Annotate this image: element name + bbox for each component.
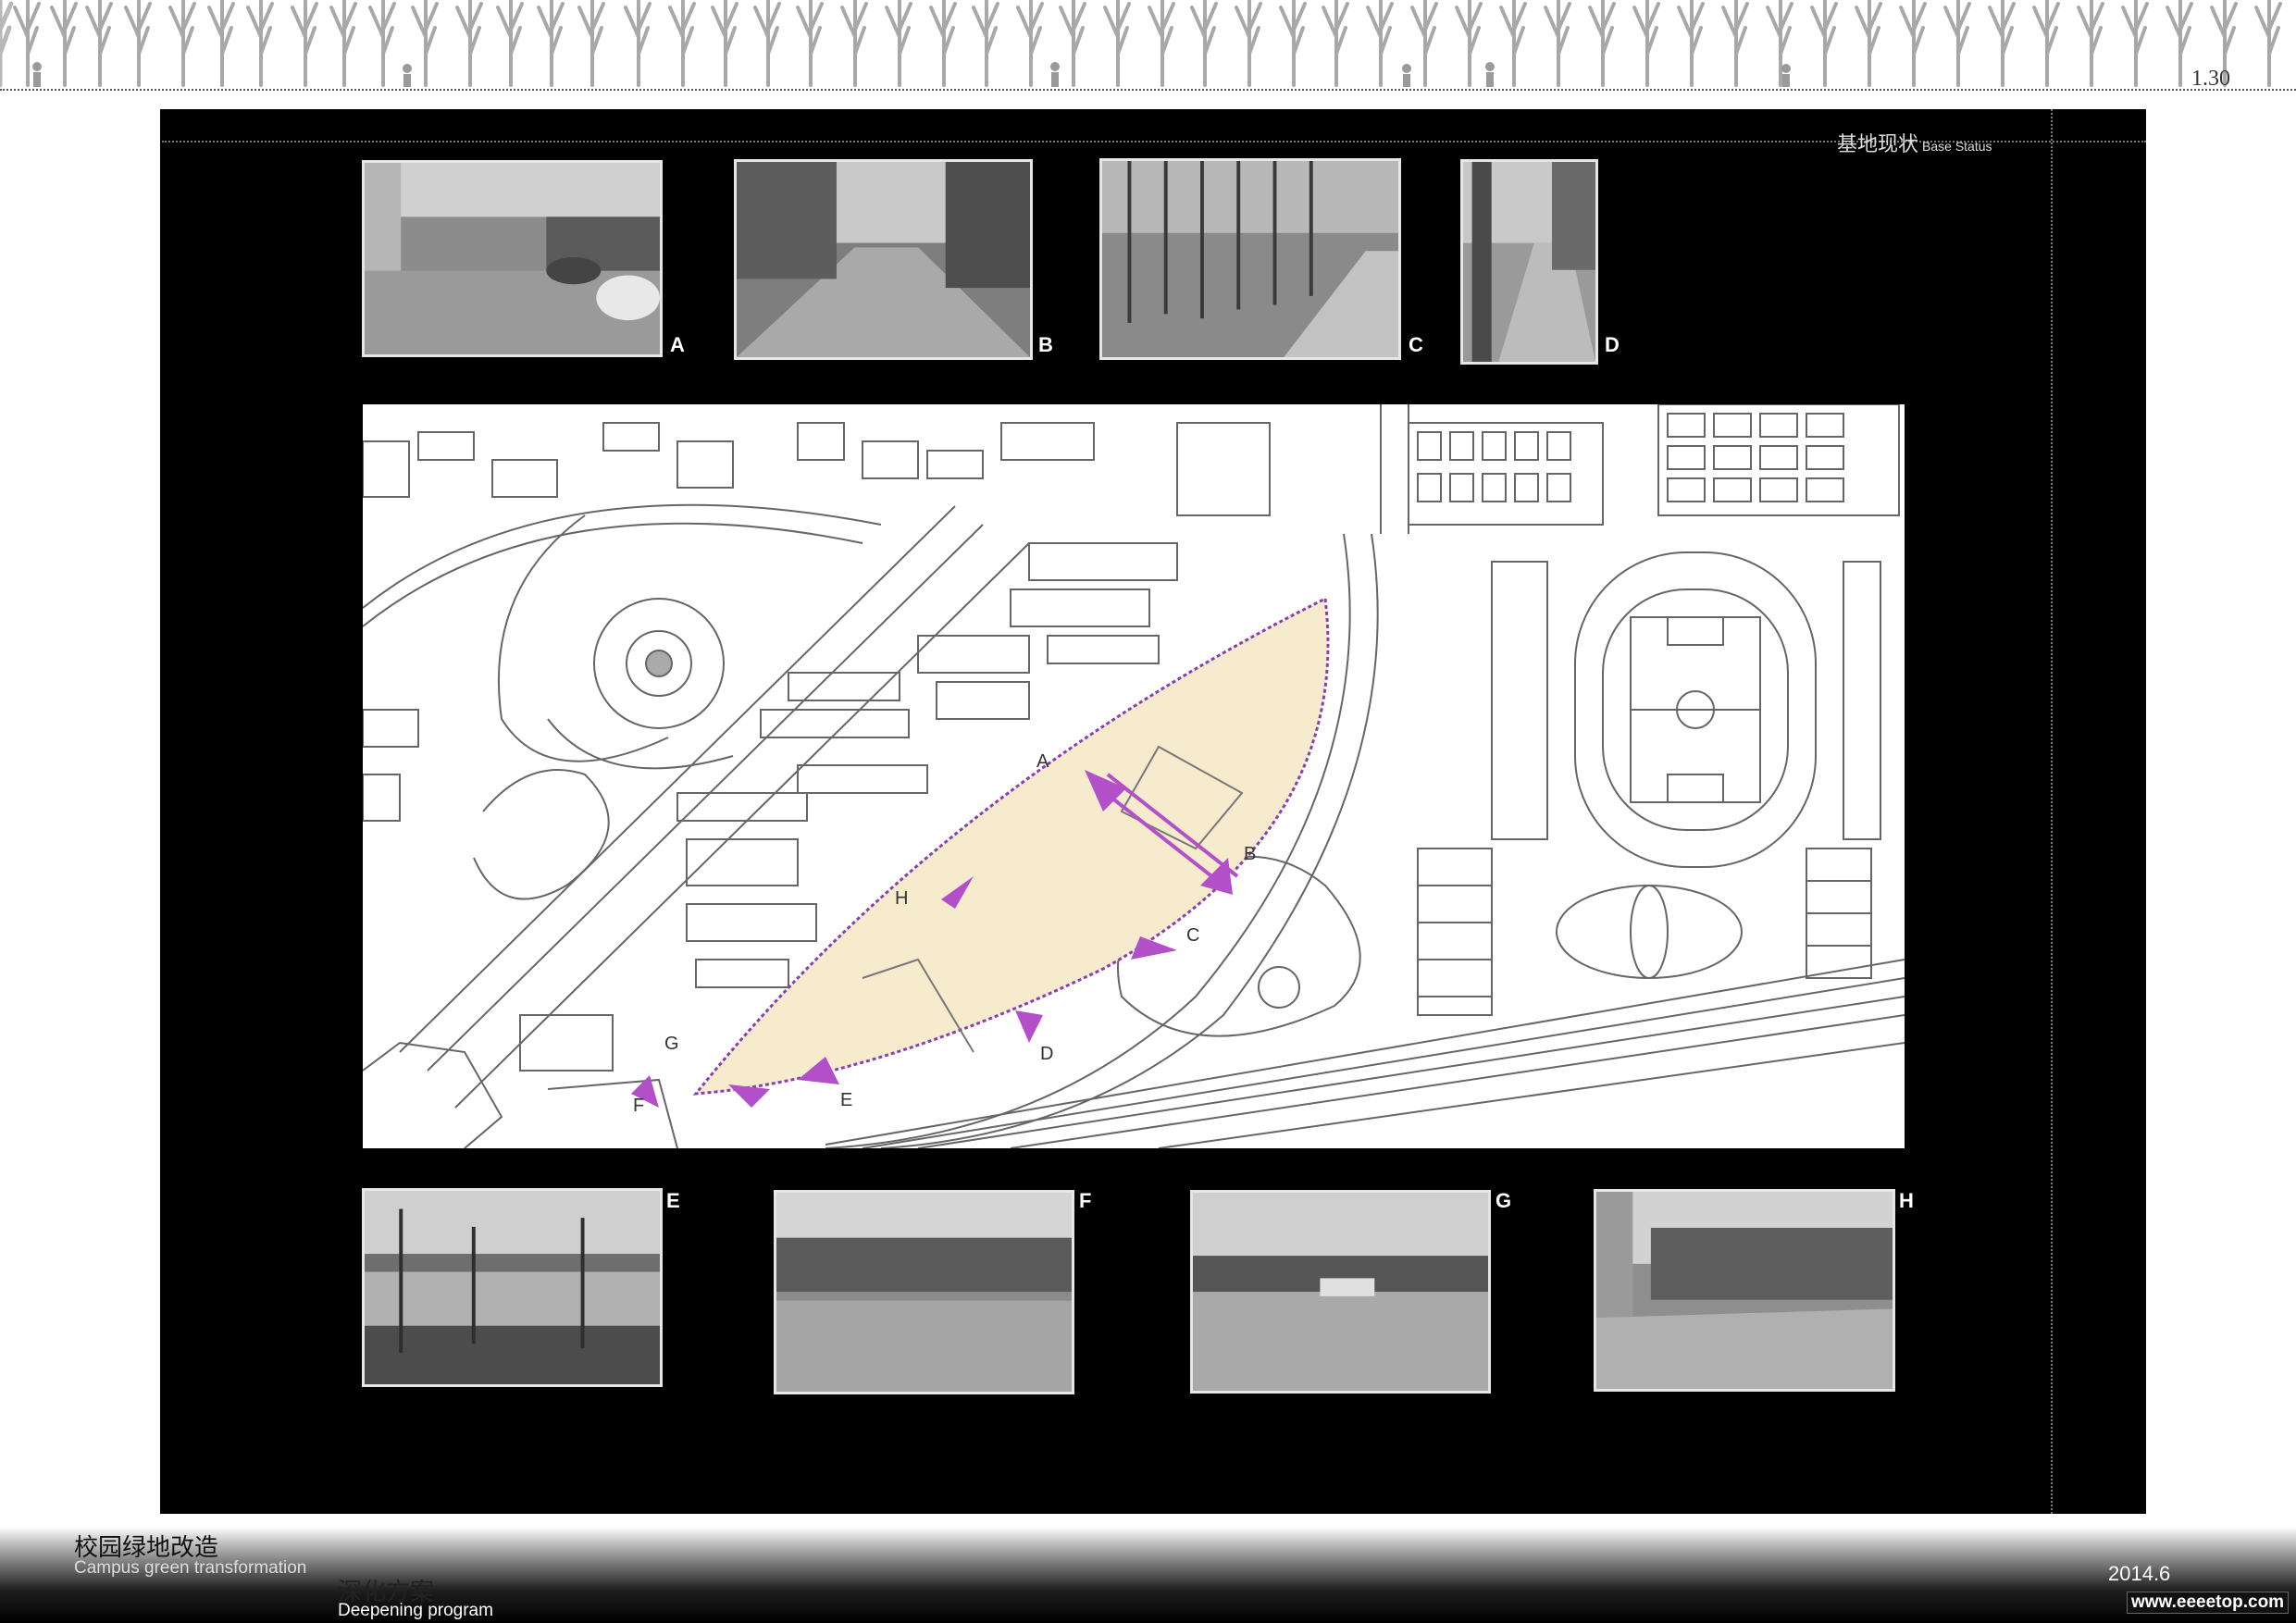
photo-label-c: C <box>1409 333 1423 356</box>
map-viewpoint-a: A <box>1036 751 1049 772</box>
page-number: 1.30 <box>2191 67 2230 91</box>
section-title-en: Base Status <box>1922 139 1992 154</box>
site-photo-g <box>1190 1190 1491 1394</box>
site-photo-e <box>362 1188 663 1387</box>
map-viewpoint-b: B <box>1244 844 1256 864</box>
panel-dotted-divider <box>2051 109 2053 1514</box>
photo-label-h: H <box>1899 1189 1914 1212</box>
map-viewpoint-h: H <box>895 888 908 909</box>
map-viewpoint-d: D <box>1040 1044 1053 1064</box>
site-photo-f <box>774 1190 1074 1394</box>
footer-subtitle-en: Deepening program <box>338 1601 493 1620</box>
site-photo-h <box>1594 1189 1895 1392</box>
header-tree-silhouettes <box>0 0 2296 89</box>
photo-label-f: F <box>1079 1189 1092 1212</box>
site-photo-d <box>1460 159 1598 365</box>
site-plan-map: A B C D E F G H <box>363 404 1905 1148</box>
site-photo-a <box>362 160 663 357</box>
footer-title-en: Campus green transformation <box>74 1558 307 1578</box>
photo-label-d: D <box>1605 333 1620 356</box>
map-viewpoint-c: C <box>1186 925 1199 946</box>
header-dotted-rule <box>0 89 2296 91</box>
map-viewpoint-f: F <box>633 1096 644 1116</box>
footer-website-watermark: www.eeeetop.com <box>2127 1592 2290 1614</box>
map-viewpoint-g: G <box>664 1034 679 1054</box>
photo-label-a: A <box>670 333 685 356</box>
section-title: 基地现状 Base Status <box>1837 128 1992 157</box>
footer-date: 2014.6 <box>2108 1562 2171 1585</box>
section-title-cn: 基地现状 <box>1837 132 1919 155</box>
site-photo-c <box>1099 158 1401 360</box>
map-viewpoint-e: E <box>840 1090 852 1110</box>
site-photo-b <box>734 159 1033 360</box>
photo-label-e: E <box>666 1189 680 1212</box>
photo-label-g: G <box>1496 1189 1512 1212</box>
photo-label-b: B <box>1038 333 1053 356</box>
